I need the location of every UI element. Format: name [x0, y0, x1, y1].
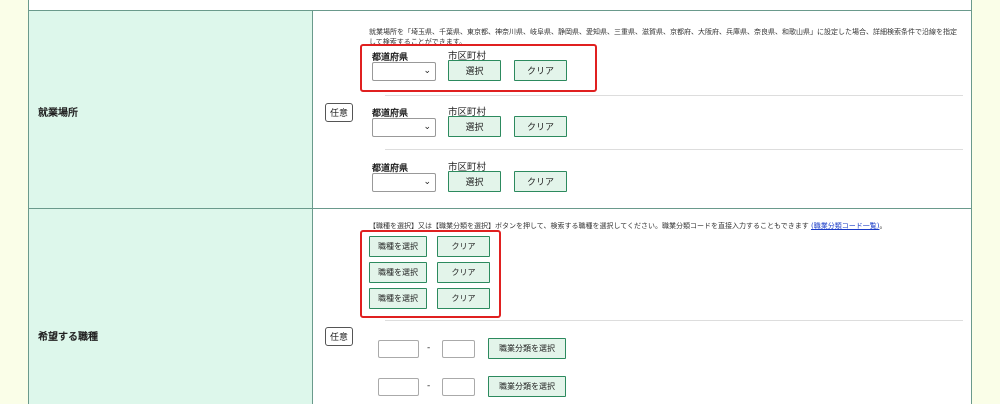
work-location-label: 就業場所 [38, 108, 78, 119]
job-category-select-button[interactable]: 職業分類を選択 [488, 376, 566, 397]
desired-job-note-end: 。 [879, 222, 887, 230]
job-select-button[interactable]: 職種を選択 [369, 236, 427, 257]
desired-job-label: 希望する職種 [38, 332, 98, 343]
prefecture-select[interactable]: ⌄ [372, 173, 436, 192]
job-clear-button[interactable]: クリア [437, 288, 490, 309]
job-code-major-input[interactable] [378, 378, 419, 396]
search-form-panel: 就業場所 任意 就業場所を「埼玉県、千葉県、東京都、神奈川県、岐阜県、静岡県、愛… [28, 0, 972, 404]
job-code-minor-input[interactable] [442, 340, 475, 358]
prefecture-select[interactable]: ⌄ [372, 62, 436, 81]
divider [385, 149, 963, 150]
job-category-select-button[interactable]: 職業分類を選択 [488, 338, 566, 359]
code-dash: - [427, 381, 431, 391]
chevron-down-icon: ⌄ [423, 122, 431, 132]
city-clear-button[interactable]: クリア [514, 171, 567, 192]
desired-job-label-cell: 希望する職種 [29, 209, 313, 404]
job-code-major-input[interactable] [378, 340, 419, 358]
city-select-button[interactable]: 選択 [448, 60, 501, 81]
job-select-button[interactable]: 職種を選択 [369, 262, 427, 283]
job-code-list-link[interactable]: (職業分類コード一覧) [811, 222, 879, 230]
desired-job-row: 希望する職種 任意 【職種を選択】又は【職業分類を選択】ボタンを押して、検索する… [29, 209, 971, 404]
chevron-down-icon: ⌄ [423, 177, 431, 187]
divider [385, 95, 963, 96]
work-location-row: 就業場所 任意 就業場所を「埼玉県、千葉県、東京都、神奈川県、岐阜県、静岡県、愛… [29, 10, 971, 209]
city-clear-button[interactable]: クリア [514, 60, 567, 81]
chevron-down-icon: ⌄ [423, 66, 431, 76]
work-location-label-cell: 就業場所 [29, 11, 313, 208]
desired-job-optional-badge: 任意 [325, 327, 354, 346]
desired-job-note-text: 【職種を選択】又は【職業分類を選択】ボタンを押して、検索する職種を選択してくださ… [369, 222, 809, 230]
work-location-optional-badge: 任意 [325, 103, 354, 122]
prefecture-select[interactable]: ⌄ [372, 118, 436, 137]
divider [385, 320, 963, 321]
city-select-button[interactable]: 選択 [448, 171, 501, 192]
job-clear-button[interactable]: クリア [437, 262, 490, 283]
job-select-button[interactable]: 職種を選択 [369, 288, 427, 309]
job-clear-button[interactable]: クリア [437, 236, 490, 257]
city-clear-button[interactable]: クリア [514, 116, 567, 137]
job-code-minor-input[interactable] [442, 378, 475, 396]
code-dash: - [427, 343, 431, 353]
city-select-button[interactable]: 選択 [448, 116, 501, 137]
